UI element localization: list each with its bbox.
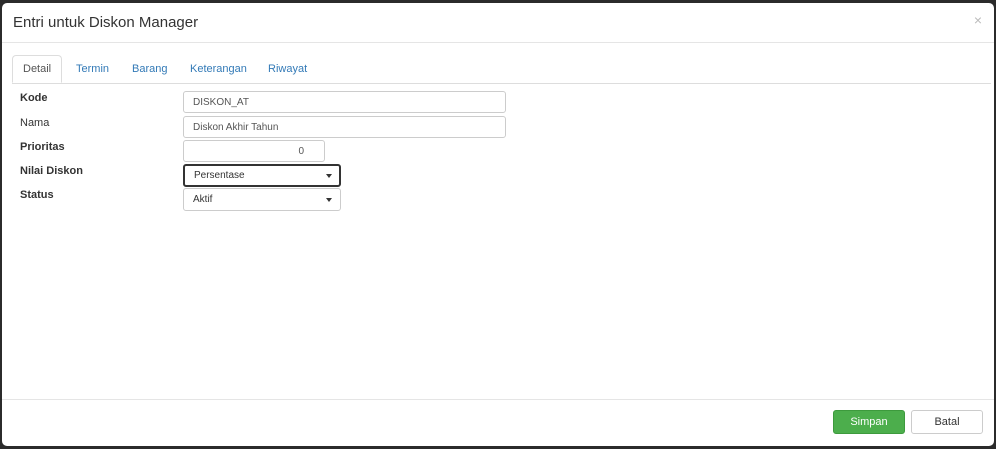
modal-footer: Simpan Batal [2,399,994,446]
cancel-button[interactable]: Batal [911,410,983,434]
entry-modal: Entri untuk Diskon Manager × Detail Term… [2,3,994,446]
prioritas-field[interactable] [183,140,325,162]
tab-termin[interactable]: Termin [76,55,109,83]
nama-field[interactable] [183,116,506,138]
tab-riwayat[interactable]: Riwayat [268,55,307,83]
tab-bar: Detail Termin Barang Keterangan Riwayat [12,55,991,84]
caret-down-icon [326,198,332,202]
nilai-diskon-select[interactable]: Persentase [183,164,341,187]
close-icon[interactable]: × [974,13,982,27]
tab-detail[interactable]: Detail [12,55,63,83]
caret-down-icon [326,174,332,178]
prioritas-label: Prioritas [20,141,65,153]
status-value: Aktif [193,194,213,205]
nilai-diskon-value: Persentase [194,170,245,181]
kode-field[interactable] [183,91,506,113]
tab-keterangan[interactable]: Keterangan [190,55,247,83]
tab-barang[interactable]: Barang [132,55,167,83]
save-button[interactable]: Simpan [833,410,905,434]
nilai-diskon-label: Nilai Diskon [20,165,83,177]
status-select[interactable]: Aktif [183,188,341,211]
nama-label: Nama [20,117,50,129]
modal-header: Entri untuk Diskon Manager × [2,3,994,43]
status-label: Status [20,189,54,201]
modal-title: Entri untuk Diskon Manager [13,14,199,31]
kode-label: Kode [20,92,48,104]
